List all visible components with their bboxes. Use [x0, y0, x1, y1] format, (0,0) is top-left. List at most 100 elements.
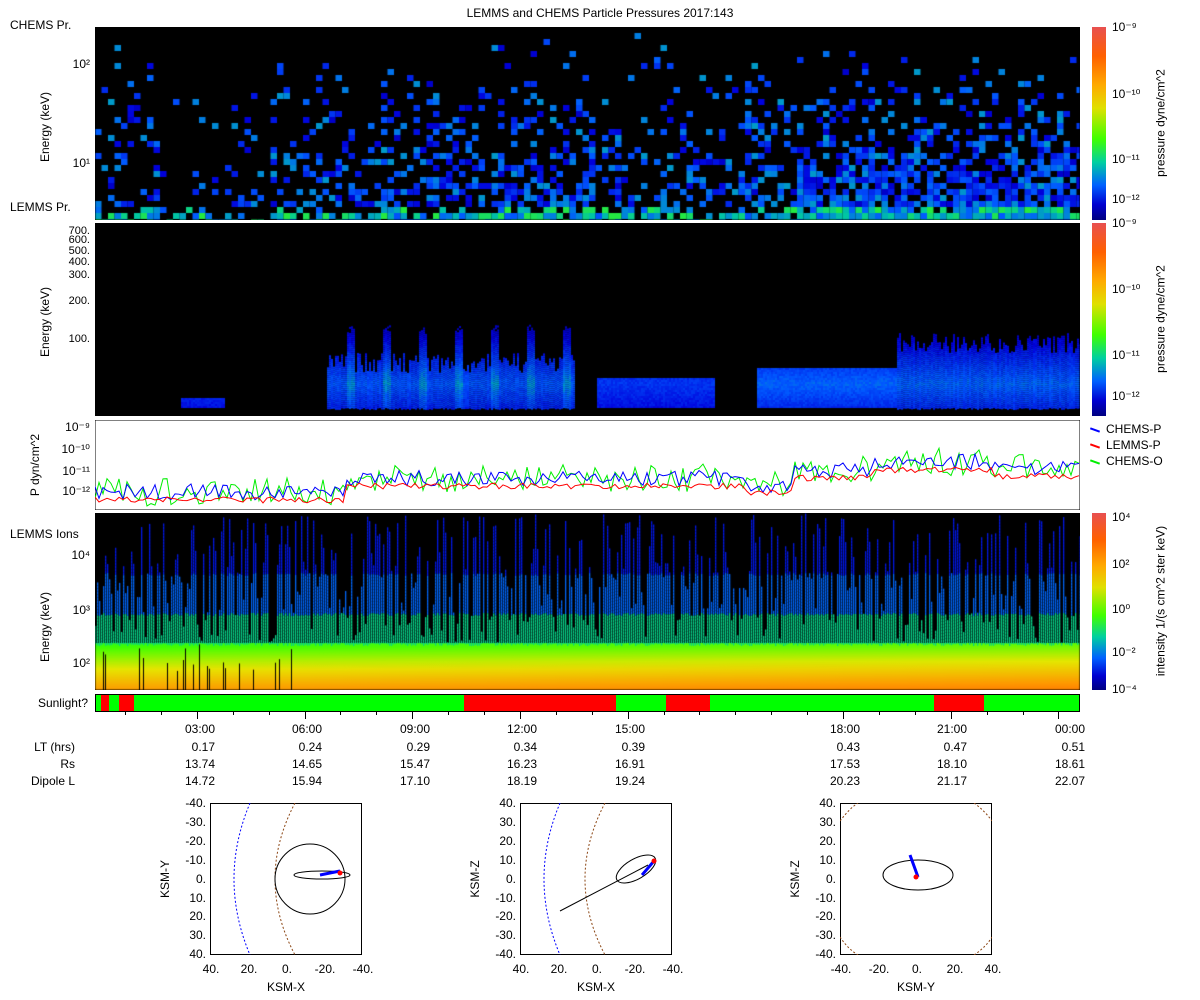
orbit-ytick: 30.	[819, 814, 836, 829]
ephemeris-value: 0.43	[836, 740, 860, 754]
tick-mark	[519, 711, 521, 719]
orbit-ytick: -40.	[185, 796, 206, 810]
sunlight-bar	[95, 694, 1080, 712]
orbit-ytick: 20.	[499, 833, 516, 848]
colorbar-tick: 10⁻¹²	[1112, 192, 1140, 206]
eclipse-segment	[464, 695, 616, 711]
eclipse-segment	[119, 695, 134, 711]
orbit-plot-area	[520, 803, 672, 955]
orbit-xlabel: KSM-X	[266, 980, 305, 994]
orbit-ytick: 10.	[819, 852, 836, 867]
lemms-panel-label: LEMMS Pr.	[10, 200, 71, 214]
legend-line-icon	[1089, 443, 1101, 449]
orbit-ytick: 40.	[499, 796, 516, 810]
tick-mark	[160, 711, 162, 715]
time-tick: 18:00	[829, 722, 860, 736]
orbit-ytick: -30.	[185, 814, 206, 829]
chems-spectrogram	[95, 27, 1080, 220]
orbit-ytick: -20.	[495, 909, 516, 924]
ephemeris-value: 14.65	[291, 757, 322, 771]
orbit-ytick: 30.	[189, 928, 206, 943]
orbit-ytick: 0.	[505, 871, 516, 886]
orbit-xtick: 0.	[911, 962, 922, 976]
ytick: 10³	[72, 603, 90, 617]
legend-line-icon	[1089, 427, 1101, 433]
orbit-xtick: -20.	[624, 962, 646, 976]
ytick: 10⁻¹²	[62, 484, 90, 498]
orbit-ytick: -10.	[185, 852, 206, 867]
ytick: 300.	[68, 269, 90, 281]
spacecraft-marker	[651, 858, 657, 864]
ephemeris-value: 0.34	[513, 740, 537, 754]
orbit-xtick: 20.	[550, 962, 568, 976]
tick-mark	[771, 711, 773, 715]
orbit-xtick: -20.	[314, 962, 336, 976]
orbit-ytick: 0.	[195, 871, 206, 886]
ephemeris-value: 0.24	[298, 740, 322, 754]
tick-mark	[807, 711, 809, 715]
ephemeris-value: 15.94	[291, 774, 322, 788]
orbit-xtick: 0.	[591, 962, 602, 976]
chart-title: LEMMS and CHEMS Particle Pressures 2017:…	[466, 6, 734, 20]
ytick: 10⁻⁹	[65, 420, 90, 434]
chems-colorbar-label: pressure dyne/cm^2	[1153, 68, 1167, 177]
tick-mark	[735, 711, 737, 715]
legend-label: CHEMS-P	[1106, 422, 1162, 436]
ephemeris-row-label: Dipole L	[30, 774, 75, 788]
ephemeris-value: 22.07	[1054, 774, 1085, 788]
orbit-xtick: -20.	[868, 962, 890, 976]
tick-mark	[376, 711, 378, 715]
orbit-ytick: 40.	[189, 947, 206, 962]
orbit-ytick: 30.	[499, 814, 516, 829]
ephemeris-value: 17.10	[399, 774, 430, 788]
tick-mark	[699, 711, 701, 715]
orbit-ytick: -10.	[495, 890, 516, 905]
orbit-xtick: 40.	[512, 962, 530, 976]
frame	[520, 803, 672, 955]
ytick: 10⁻¹⁰	[61, 442, 91, 456]
time-tick: 12:00	[506, 722, 537, 736]
ephemeris-value: 0.39	[621, 740, 645, 754]
chems-colorbar	[1092, 27, 1106, 220]
ephemeris-value: 14.72	[184, 774, 215, 788]
orbit-ytick: -40.	[815, 947, 836, 962]
orbit-ylabel: KSM-Z	[468, 860, 482, 898]
ephemeris-value: 17.53	[829, 757, 860, 771]
orbit-ytick: -10.	[815, 890, 836, 905]
tick-mark	[448, 711, 450, 715]
tick-mark	[986, 711, 988, 715]
time-tick: 06:00	[291, 722, 322, 736]
lemms-ylabel: Energy (keV)	[38, 286, 52, 358]
orbit-ytick: -40.	[495, 947, 516, 962]
pressure-ylabel: P dyn/cm^2	[28, 433, 42, 497]
ephemeris-value: 0.29	[406, 740, 430, 754]
legend-item: CHEMS-O	[1089, 454, 1163, 468]
time-tick: 03:00	[184, 722, 215, 736]
tick-mark	[627, 711, 629, 719]
tick-mark	[196, 711, 198, 719]
legend-label: LEMMS-P	[1106, 438, 1161, 452]
ephemeris-value: 13.74	[184, 757, 215, 771]
legend-line-icon	[1089, 459, 1101, 465]
colorbar-tick: 10⁻⁹	[1112, 20, 1137, 34]
ions-colorbar	[1092, 513, 1106, 690]
ephemeris-value: 18.10	[936, 757, 967, 771]
orbit-ytick: -30.	[815, 928, 836, 943]
tick-mark	[1022, 711, 1024, 715]
colorbar-tick: 10⁻¹¹	[1112, 348, 1140, 362]
ephemeris-value: 0.47	[943, 740, 967, 754]
ephemeris-row-label: LT (hrs)	[34, 740, 75, 754]
orbit-xtick: -40.	[830, 962, 852, 976]
colorbar-tick: 10⁴	[1112, 510, 1131, 524]
tick-mark	[484, 711, 485, 715]
ephemeris-value: 15.47	[399, 757, 430, 771]
ephemeris-value: 20.23	[829, 774, 860, 788]
orbit-ytick: -20.	[185, 833, 206, 848]
tick-mark	[663, 711, 665, 715]
legend-item: CHEMS-P	[1089, 422, 1162, 436]
ytick: 10²	[72, 57, 90, 71]
tick-mark	[232, 711, 234, 715]
orbit-ytick: 40.	[819, 796, 836, 810]
lemms-ions-spectrogram	[95, 513, 1080, 690]
orbit-xtick: 0.	[281, 962, 292, 976]
